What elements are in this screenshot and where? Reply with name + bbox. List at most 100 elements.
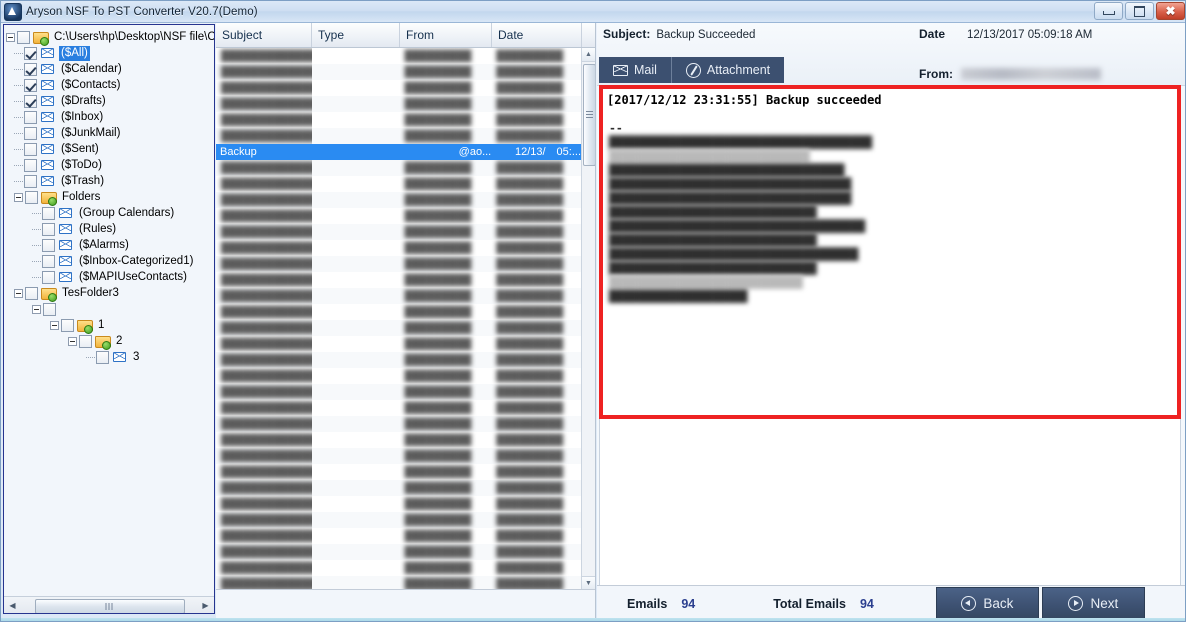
tree-expander-icon[interactable]: [50, 320, 59, 330]
table-row[interactable]: █████████████ █████████ █████████: [216, 160, 581, 176]
table-row[interactable]: Backup @ao... 12/13/ 05:...: [216, 144, 581, 160]
tree-root-node[interactable]: C:\Users\hp\Desktop\NSF file\C: [6, 29, 214, 46]
tree-node[interactable]: ($Inbox): [6, 109, 214, 125]
tree-node-checkbox[interactable]: [42, 238, 55, 252]
tree-node[interactable]: (Group Calendars): [6, 205, 214, 221]
table-row[interactable]: █████████████ █████████ █████████: [216, 576, 581, 590]
table-row[interactable]: █████████████ █████████ █████████: [216, 512, 581, 528]
tree-horizontal-scrollbar[interactable]: ◀ ▶: [4, 596, 214, 613]
tree-node-checkbox[interactable]: [24, 78, 37, 92]
tree-node-checkbox[interactable]: [25, 190, 38, 204]
table-row[interactable]: █████████████ █████████ █████████: [216, 496, 581, 512]
scroll-up-icon[interactable]: ▲: [582, 48, 595, 62]
tree-node[interactable]: [6, 301, 214, 317]
tree-node-checkbox[interactable]: [42, 206, 55, 220]
next-button[interactable]: Next: [1041, 586, 1145, 621]
tab-mail[interactable]: Mail: [599, 57, 671, 83]
tree-node[interactable]: ($Contacts): [6, 77, 214, 93]
table-row[interactable]: █████████████ █████████ █████████: [216, 288, 581, 304]
tree-node-checkbox[interactable]: [43, 302, 56, 316]
tree-node-checkbox[interactable]: [79, 334, 92, 348]
table-row[interactable]: █████████████ █████████ █████████: [216, 256, 581, 272]
column-header-date[interactable]: Date: [492, 23, 582, 47]
table-row[interactable]: █████████████ █████████ █████████: [216, 448, 581, 464]
tree-expander-icon[interactable]: [32, 304, 41, 314]
table-row[interactable]: █████████████ █████████ █████████: [216, 208, 581, 224]
tree-hscroll-thumb[interactable]: [35, 598, 185, 613]
tree-node[interactable]: (Rules): [6, 221, 214, 237]
table-row[interactable]: █████████████ █████████ █████████: [216, 64, 581, 80]
tree-node-checkbox[interactable]: [25, 286, 38, 300]
table-row[interactable]: █████████████ █████████ █████████: [216, 400, 581, 416]
table-row[interactable]: █████████████ █████████ █████████: [216, 272, 581, 288]
close-button[interactable]: ✖: [1156, 2, 1185, 20]
tree-node[interactable]: 1: [6, 317, 214, 334]
tree-hscroll-track[interactable]: [21, 598, 197, 613]
tree-expander-icon[interactable]: [14, 288, 23, 298]
tree-node[interactable]: ($Sent): [6, 141, 214, 157]
tree-node-checkbox[interactable]: [24, 110, 37, 124]
column-header-type[interactable]: Type: [312, 23, 400, 47]
table-row[interactable]: █████████████ █████████ █████████: [216, 320, 581, 336]
table-row[interactable]: █████████████ █████████ █████████: [216, 128, 581, 144]
tree-node[interactable]: ($All): [6, 45, 214, 61]
tree-expander-icon[interactable]: [6, 32, 15, 42]
tree-node[interactable]: ($Inbox-Categorized1): [6, 253, 214, 269]
tree-node[interactable]: 3: [6, 349, 214, 365]
tab-attachment[interactable]: Attachment: [670, 57, 784, 83]
table-row[interactable]: █████████████ █████████ █████████: [216, 544, 581, 560]
column-header-subject[interactable]: Subject: [216, 23, 312, 47]
table-row[interactable]: █████████████ █████████ █████████: [216, 336, 581, 352]
tree-node[interactable]: Folders: [6, 189, 214, 206]
table-row[interactable]: █████████████ █████████ █████████: [216, 240, 581, 256]
back-button[interactable]: Back: [935, 586, 1039, 621]
tree-node[interactable]: 2: [6, 333, 214, 350]
column-header-from[interactable]: From: [400, 23, 492, 47]
scroll-left-icon[interactable]: ◀: [4, 598, 21, 613]
tree-node[interactable]: ($JunkMail): [6, 125, 214, 141]
tree-node-checkbox[interactable]: [24, 174, 37, 188]
tree-node-checkbox[interactable]: [24, 158, 37, 172]
tree-node-checkbox[interactable]: [24, 142, 37, 156]
tree-node-checkbox[interactable]: [17, 30, 30, 44]
email-list-vertical-scrollbar[interactable]: ▲ ▼: [581, 48, 595, 590]
tree-node[interactable]: TesFolder3: [6, 285, 214, 302]
scroll-right-icon[interactable]: ▶: [197, 598, 214, 613]
scroll-down-icon[interactable]: ▼: [582, 576, 595, 590]
tree-node[interactable]: ($Drafts): [6, 93, 214, 109]
table-row[interactable]: █████████████ █████████ █████████: [216, 112, 581, 128]
table-row[interactable]: █████████████ █████████ █████████: [216, 368, 581, 384]
tree-node-checkbox[interactable]: [42, 254, 55, 268]
tree-node-checkbox[interactable]: [24, 94, 37, 108]
table-row[interactable]: █████████████ █████████ █████████: [216, 480, 581, 496]
table-row[interactable]: █████████████ █████████ █████████: [216, 176, 581, 192]
tree-node-checkbox[interactable]: [24, 46, 37, 60]
table-row[interactable]: █████████████ █████████ █████████: [216, 80, 581, 96]
tree-node[interactable]: ($Alarms): [6, 237, 214, 253]
tree-node-checkbox[interactable]: [96, 350, 109, 364]
table-row[interactable]: █████████████ █████████ █████████: [216, 416, 581, 432]
tree-node-checkbox[interactable]: [42, 270, 55, 284]
table-row[interactable]: █████████████ █████████ █████████: [216, 352, 581, 368]
tree-node-checkbox[interactable]: [24, 62, 37, 76]
table-row[interactable]: █████████████ █████████ █████████: [216, 224, 581, 240]
tree-node-checkbox[interactable]: [42, 222, 55, 236]
tree-expander-icon[interactable]: [68, 336, 77, 346]
maximize-button[interactable]: [1125, 2, 1154, 20]
tree-node-checkbox[interactable]: [24, 126, 37, 140]
minimize-button[interactable]: [1094, 2, 1123, 20]
tree-node[interactable]: ($Trash): [6, 173, 214, 189]
table-row[interactable]: █████████████ █████████ █████████: [216, 192, 581, 208]
table-row[interactable]: █████████████ █████████ █████████: [216, 304, 581, 320]
table-row[interactable]: █████████████ █████████ █████████: [216, 96, 581, 112]
table-row[interactable]: █████████████ █████████ █████████: [216, 432, 581, 448]
table-row[interactable]: █████████████ █████████ █████████: [216, 464, 581, 480]
tree-node[interactable]: ($MAPIUseContacts): [6, 269, 214, 285]
email-list-rows[interactable]: █████████████ █████████ █████████ █████████…: [216, 48, 581, 590]
table-row[interactable]: █████████████ █████████ █████████: [216, 528, 581, 544]
tree-expander-icon[interactable]: [14, 192, 23, 202]
table-row[interactable]: █████████████ █████████ █████████: [216, 48, 581, 64]
table-row[interactable]: █████████████ █████████ █████████: [216, 384, 581, 400]
tree-node[interactable]: ($ToDo): [6, 157, 214, 173]
email-list-vscroll-thumb[interactable]: [583, 64, 595, 166]
